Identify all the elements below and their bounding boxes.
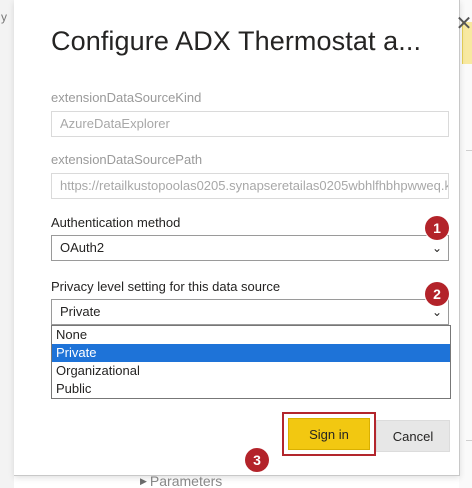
- screen: y ▶ Parameters ✕ Configure ADX Thermosta…: [0, 0, 472, 488]
- privacy-label: Privacy level setting for this data sour…: [51, 279, 281, 294]
- cancel-button[interactable]: Cancel: [376, 420, 450, 452]
- auth-label: Authentication method: [51, 215, 181, 230]
- background-divider: [466, 440, 472, 441]
- dialog-title: Configure ADX Thermostat a...: [51, 26, 422, 56]
- close-icon[interactable]: ✕: [454, 14, 472, 34]
- privacy-option-organizational[interactable]: Organizational: [52, 362, 450, 380]
- step-badge-3: 3: [245, 448, 269, 472]
- privacy-option-none[interactable]: None: [52, 326, 450, 344]
- background-app-left: y: [0, 0, 14, 488]
- privacy-select-value: Private: [60, 304, 101, 319]
- path-field: https://retailkustopoolas0205.synapseret…: [51, 173, 449, 199]
- kind-field: AzureDataExplorer: [51, 111, 449, 137]
- privacy-select[interactable]: Private ⌄: [51, 299, 449, 325]
- privacy-option-public[interactable]: Public: [52, 380, 450, 398]
- privacy-dropdown-list: None Private Organizational Public: [51, 325, 451, 399]
- signin-button[interactable]: Sign in: [288, 418, 370, 450]
- kind-label: extensionDataSourceKind: [51, 90, 202, 105]
- step-badge-1: 1: [425, 216, 449, 240]
- auth-select[interactable]: OAuth2 ⌄: [51, 235, 449, 261]
- background-app-right: [459, 0, 472, 488]
- background-glyph: y: [1, 10, 7, 24]
- triangle-right-icon: ▶: [140, 475, 147, 486]
- privacy-option-private[interactable]: Private: [52, 344, 450, 362]
- path-label: extensionDataSourcePath: [51, 152, 203, 167]
- step-badge-2: 2: [425, 282, 449, 306]
- background-divider: [466, 150, 472, 151]
- configure-dialog: ✕ Configure ADX Thermostat a... extensio…: [14, 0, 472, 476]
- auth-select-value: OAuth2: [60, 240, 105, 255]
